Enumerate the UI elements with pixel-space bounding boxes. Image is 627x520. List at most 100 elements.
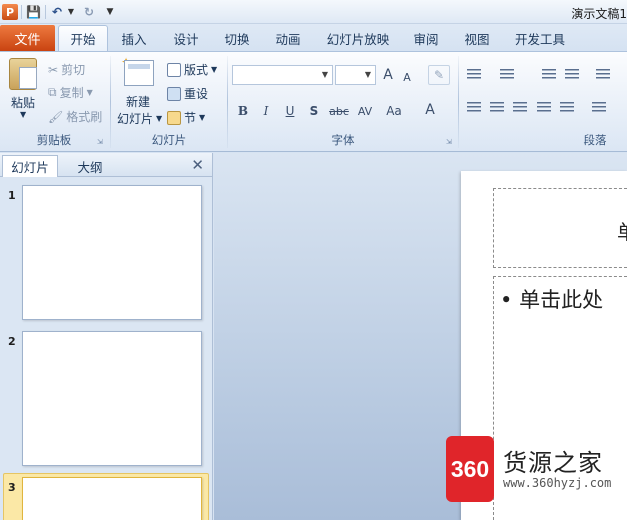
section-icon — [167, 110, 181, 125]
document-title: 演示文稿1 — [571, 7, 627, 21]
paste-dropdown-icon[interactable]: ▼ — [20, 110, 26, 119]
tab-slides[interactable]: 幻灯片 — [2, 155, 58, 177]
title-bar: P 💾 ↶ ▼ ↻ ▼ 演示文稿1 — [0, 0, 627, 24]
line-spacing-icon[interactable] — [596, 69, 612, 83]
align-left-icon[interactable] — [467, 102, 483, 116]
clear-formatting-icon[interactable]: ✎ — [428, 65, 450, 85]
tab-animations[interactable]: 动画 — [268, 25, 308, 51]
chevron-down-icon: ▼ — [156, 114, 163, 123]
ribbon-tabs: 文件 开始 插入 设计 切换 动画 幻灯片放映 审阅 视图 开发工具 — [0, 24, 627, 51]
watermark-logo: 360 — [446, 436, 494, 502]
title-placeholder-text: 单 — [617, 216, 627, 245]
paste-button[interactable]: 粘贴 — [11, 94, 35, 111]
copy-dropdown-icon: ▼ — [86, 88, 93, 97]
body-placeholder-text: • 单击此处 — [500, 284, 603, 314]
tab-view[interactable]: 视图 — [457, 25, 497, 51]
tab-insert[interactable]: 插入 — [114, 25, 154, 51]
reset-icon — [167, 86, 181, 101]
increase-indent-icon[interactable] — [565, 69, 581, 83]
bullets-icon[interactable] — [467, 69, 483, 83]
reset-button[interactable]: 重设 — [167, 85, 208, 102]
slide-thumbnail-2[interactable] — [22, 331, 202, 466]
new-slide-icon[interactable] — [124, 60, 154, 86]
font-group-label: 字体 — [331, 133, 355, 147]
undo-dropdown-icon[interactable]: ▼ — [67, 3, 75, 20]
customize-quick-access-icon[interactable]: ▼ — [105, 3, 115, 20]
decrease-indent-icon[interactable] — [542, 69, 558, 83]
tab-outline[interactable]: 大纲 — [62, 155, 118, 177]
watermark-title: 货源之家 — [503, 449, 603, 477]
divider — [458, 56, 459, 148]
grow-font-button[interactable]: A — [380, 65, 396, 85]
redo-icon[interactable]: ↻ — [82, 3, 96, 20]
justify-icon[interactable] — [537, 102, 553, 116]
chevron-down-icon: ▼ — [364, 70, 371, 79]
undo-icon[interactable]: ↶ — [50, 3, 64, 20]
save-icon[interactable]: 💾 — [26, 3, 41, 20]
format-painter-button[interactable]: 🖌 格式刷 — [48, 108, 102, 125]
italic-button[interactable]: I — [258, 101, 274, 121]
shrink-font-button[interactable]: A — [400, 67, 414, 87]
layout-button[interactable]: 版式 ▼ — [167, 61, 217, 78]
cut-label: 剪切 — [61, 63, 86, 77]
tab-file[interactable]: 文件 — [0, 25, 55, 51]
distributed-icon[interactable] — [560, 102, 576, 116]
section-button[interactable]: 节 ▼ — [167, 109, 205, 126]
scissors-icon: ✂ — [48, 62, 59, 77]
clipboard-launcher-icon[interactable]: ⇲ — [97, 138, 105, 146]
body-placeholder-label: 单击此处 — [519, 288, 604, 312]
tab-design[interactable]: 设计 — [166, 25, 206, 51]
copy-icon: ⧉ — [48, 85, 57, 99]
copy-button[interactable]: ⧉ 复制 ▼ — [48, 84, 93, 101]
shadow-button[interactable]: S — [306, 101, 322, 121]
slide-thumbnail-3[interactable] — [22, 477, 202, 520]
cut-button[interactable]: ✂ 剪切 — [48, 61, 85, 78]
clipboard-group-label: 剪贴板 — [36, 133, 72, 147]
divider — [21, 5, 22, 19]
tab-developer[interactable]: 开发工具 — [508, 25, 572, 51]
strikethrough-button[interactable]: abc — [327, 101, 351, 121]
columns-icon[interactable] — [592, 102, 608, 116]
align-right-icon[interactable] — [513, 102, 529, 116]
powerpoint-logo-icon[interactable]: P — [2, 4, 18, 20]
font-launcher-icon[interactable]: ⇲ — [446, 138, 454, 146]
ribbon: 粘贴 ▼ ✂ 剪切 ⧉ 复制 ▼ 🖌 格式刷 剪贴板 ⇲ ✦ 新建 幻灯片 ▼ … — [0, 51, 627, 152]
slides-pane: 幻灯片 大纲 ✕ 1 2 3 — [0, 153, 213, 520]
chevron-down-icon: ▼ — [199, 113, 206, 122]
tab-transitions[interactable]: 切换 — [217, 25, 257, 51]
slide-thumbnail-1[interactable] — [22, 185, 202, 320]
paragraph-group-label: 段落 — [583, 133, 607, 147]
paste-icon[interactable] — [9, 58, 37, 90]
title-placeholder[interactable] — [493, 188, 627, 268]
divider — [110, 56, 111, 148]
bullet-icon: • — [500, 288, 513, 312]
tab-slideshow[interactable]: 幻灯片放映 — [320, 25, 396, 51]
align-center-icon[interactable] — [490, 102, 506, 116]
new-slide-dropdown[interactable]: 幻灯片 ▼ — [117, 110, 162, 127]
watermark-url: www.360hyzj.com — [503, 476, 612, 490]
tab-review[interactable]: 审阅 — [406, 25, 446, 51]
chevron-down-icon: ▼ — [321, 70, 328, 79]
new-slide-label: 幻灯片 — [117, 112, 154, 126]
pane-tabs: 幻灯片 大纲 ✕ — [0, 153, 212, 177]
new-slide-button[interactable]: 新建 — [126, 93, 150, 110]
bold-button[interactable]: B — [235, 101, 251, 121]
slide-number: 2 — [8, 335, 16, 348]
slide-number: 3 — [8, 481, 16, 494]
underline-button[interactable]: U — [282, 101, 298, 121]
divider — [45, 5, 46, 19]
numbering-icon[interactable] — [500, 69, 516, 83]
change-case-button[interactable]: Aa — [383, 101, 405, 121]
slides-group-label: 幻灯片 — [151, 133, 187, 147]
section-label: 节 — [184, 111, 197, 125]
reset-label: 重设 — [184, 87, 209, 101]
close-icon[interactable]: ✕ — [191, 156, 204, 174]
font-name-combo[interactable]: ▼ — [232, 65, 333, 85]
font-color-button[interactable]: A — [422, 100, 438, 120]
tab-home[interactable]: 开始 — [58, 25, 108, 51]
layout-label: 版式 — [184, 63, 209, 77]
copy-label: 复制 — [59, 86, 84, 100]
brush-icon: 🖌 — [48, 109, 64, 124]
character-spacing-button[interactable]: AV — [353, 101, 377, 121]
font-size-combo[interactable]: ▼ — [335, 65, 376, 85]
